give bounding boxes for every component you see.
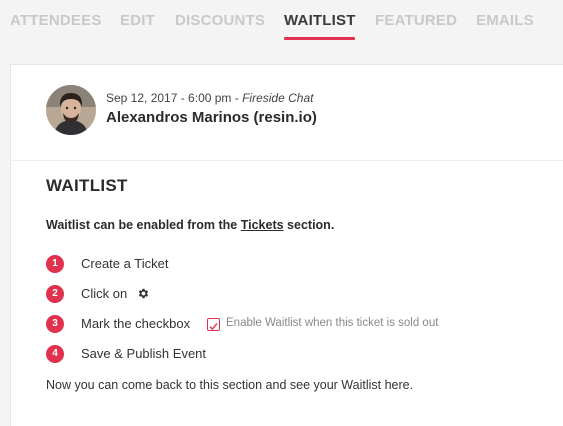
active-tab-indicator: [284, 37, 355, 40]
waitlist-panel: Sep 12, 2017 - 6:00 pm - Fireside Chat A…: [10, 64, 563, 426]
waitlist-intro: Waitlist can be enabled from the Tickets…: [46, 218, 334, 232]
tab-discounts[interactable]: DISCOUNTS: [175, 12, 265, 29]
step-text: Mark the checkbox: [81, 316, 191, 331]
step-text: Click on: [81, 286, 128, 301]
step-number: 4: [46, 345, 64, 363]
intro-text-after: section.: [283, 218, 335, 232]
divider: [11, 160, 563, 161]
step-text: Save & Publish Event: [81, 346, 207, 361]
intro-text-before: Waitlist can be enabled from the: [46, 218, 241, 232]
step-number: 1: [46, 255, 64, 273]
tab-bar: ATTENDEES EDIT DISCOUNTS WAITLIST FEATUR…: [0, 0, 563, 48]
check-icon: [209, 323, 218, 331]
avatar: [46, 85, 96, 135]
event-type: Fireside Chat: [242, 91, 314, 105]
speaker-photo: [46, 85, 96, 135]
step-number: 2: [46, 285, 64, 303]
gear-icon: [138, 288, 149, 299]
step-number: 3: [46, 315, 64, 333]
tab-edit[interactable]: EDIT: [120, 12, 155, 29]
step-text: Create a Ticket: [81, 256, 169, 271]
enable-waitlist-label: Enable Waitlist when this ticket is sold…: [226, 317, 439, 329]
section-title: WAITLIST: [46, 176, 128, 195]
event-meta: Sep 12, 2017 - 6:00 pm - Fireside Chat: [106, 91, 313, 105]
tab-emails[interactable]: EMAILS: [476, 12, 534, 29]
tab-waitlist[interactable]: WAITLIST: [284, 12, 356, 29]
event-name: Alexandros Marinos (resin.io): [106, 109, 317, 126]
event-date: Sep 12, 2017 - 6:00 pm: [106, 91, 232, 105]
event-meta-separator: -: [231, 91, 243, 105]
tickets-link[interactable]: Tickets: [241, 218, 284, 232]
waitlist-outro: Now you can come back to this section an…: [46, 378, 414, 392]
enable-waitlist-checkbox: [207, 318, 220, 331]
tab-attendees[interactable]: ATTENDEES: [10, 12, 102, 29]
tab-featured[interactable]: FEATURED: [375, 12, 457, 29]
